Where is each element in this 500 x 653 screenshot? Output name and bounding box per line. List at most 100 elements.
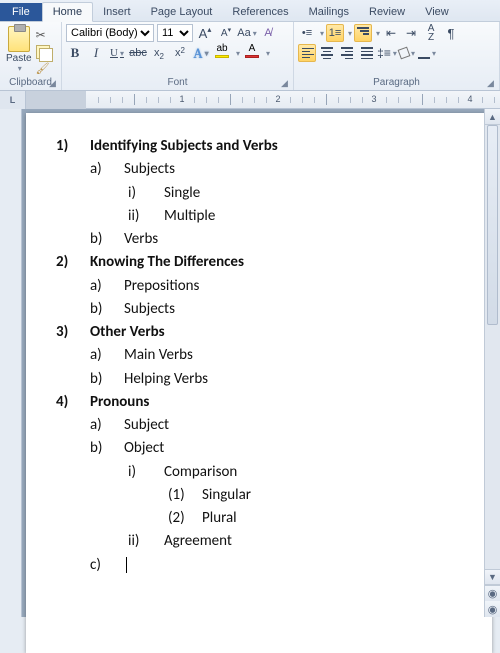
align-right-icon[interactable] — [338, 44, 356, 62]
tab-selector[interactable]: L — [0, 91, 26, 109]
outline-item[interactable]: a) Main Verbs — [90, 344, 472, 367]
outline-item[interactable]: i)Single — [124, 182, 472, 205]
outline-item[interactable]: 2)Knowing The Differencesa)Prepositionsb… — [56, 251, 472, 321]
outline-item[interactable]: ii)Multiple — [124, 205, 472, 228]
document-page[interactable]: 1)Identifying Subjects and Verbsa)Subjec… — [26, 113, 492, 653]
shrink-font-icon[interactable]: A▾ — [217, 24, 235, 42]
outline-item[interactable]: b)Helping Verbs — [90, 368, 472, 391]
outline-number: i) — [128, 461, 150, 531]
highlight-dropdown-icon[interactable]: ▾ — [236, 49, 240, 58]
tab-review[interactable]: Review — [359, 3, 415, 21]
outline-item[interactable]: a) Subjects i)Singleii)Multiple — [90, 158, 472, 228]
sort-icon[interactable]: AZ — [422, 24, 440, 42]
text-effects-icon[interactable]: A▾ — [192, 44, 210, 62]
outline-item[interactable]: a) Subject — [90, 414, 472, 437]
align-center-icon[interactable] — [318, 44, 336, 62]
outline-item[interactable]: b)Objecti)Comparison(1)Singular(2)Plural… — [90, 437, 472, 553]
outline-item[interactable]: 3)Other Verbsa)Main Verbsb)Helping Verbs — [56, 321, 472, 391]
ruler-mark: 3 — [371, 94, 376, 104]
tab-file[interactable]: File — [0, 3, 42, 21]
bullets-dropdown-icon[interactable]: ▾ — [320, 29, 324, 38]
line-spacing-icon[interactable]: ‡≡▾ — [378, 44, 396, 62]
font-family-select[interactable]: Calibri (Body) — [66, 24, 154, 42]
subscript-button[interactable]: x2 — [150, 44, 168, 62]
tab-mailings[interactable]: Mailings — [299, 3, 359, 21]
outline-item[interactable]: a)Prepositions — [90, 275, 472, 298]
outline-text: Main Verbs — [124, 346, 193, 364]
align-left-icon[interactable] — [298, 44, 316, 62]
outline-number: a) — [90, 344, 110, 367]
outline-number: b) — [90, 298, 110, 321]
scroll-up-icon[interactable]: ▲ — [485, 109, 500, 125]
multilevel-list-icon[interactable] — [354, 24, 372, 42]
font-launcher-icon[interactable]: ◢ — [281, 78, 291, 88]
format-painter-icon[interactable] — [36, 62, 50, 76]
multilevel-dropdown-icon[interactable]: ▾ — [376, 29, 380, 38]
clipboard-launcher-icon[interactable]: ◢ — [49, 78, 59, 88]
tab-insert[interactable]: Insert — [93, 3, 141, 21]
borders-icon[interactable]: ▾ — [418, 44, 436, 62]
group-paragraph: •≡▾ 1≡▾ ▾ ⇤ ⇥ AZ ¶ ‡≡▾ ▾ ▾ Paragraph ◢ — [294, 22, 500, 90]
increase-indent-icon[interactable]: ⇥ — [402, 24, 420, 42]
horizontal-ruler[interactable]: L 1234 — [0, 91, 500, 109]
superscript-button[interactable]: x2 — [171, 44, 189, 62]
tab-references[interactable]: References — [222, 3, 298, 21]
highlight-color-icon[interactable]: ab — [213, 44, 231, 62]
vertical-scrollbar[interactable]: ▲ ▼ ◉ ◉ — [484, 109, 500, 617]
cut-icon[interactable] — [36, 28, 50, 42]
vertical-ruler[interactable] — [0, 109, 22, 617]
font-size-select[interactable]: 11 — [157, 24, 193, 42]
tab-page-layout[interactable]: Page Layout — [141, 3, 223, 21]
outline-item[interactable]: 1)Identifying Subjects and Verbsa)Subjec… — [56, 135, 472, 251]
underline-button[interactable]: U▾ — [108, 44, 126, 62]
paste-button[interactable]: Paste ▾ — [4, 26, 34, 73]
outline-item[interactable]: ii)Agreement — [124, 530, 472, 553]
show-marks-icon[interactable]: ¶ — [442, 24, 460, 42]
ruler-mark: 1 — [179, 94, 184, 104]
font-color-dropdown-icon[interactable]: ▾ — [266, 49, 270, 58]
numbering-icon[interactable]: 1≡ — [326, 24, 344, 42]
scroll-track[interactable] — [485, 125, 500, 569]
outline-item[interactable]: c) — [90, 554, 472, 577]
bold-button[interactable]: B — [66, 44, 84, 62]
decrease-indent-icon[interactable]: ⇤ — [382, 24, 400, 42]
document-outline[interactable]: 1)Identifying Subjects and Verbsa)Subjec… — [56, 135, 472, 577]
outline-number: a) — [90, 158, 110, 228]
scroll-down-icon[interactable]: ▼ — [485, 569, 500, 585]
next-page-icon[interactable]: ◉ — [485, 601, 500, 617]
align-justify-icon[interactable] — [358, 44, 376, 62]
paste-icon — [8, 26, 30, 52]
document-area: 1)Identifying Subjects and Verbsa)Subjec… — [0, 109, 500, 617]
bullets-icon[interactable]: •≡ — [298, 24, 316, 42]
outline-item[interactable]: (1)Singular — [164, 484, 251, 507]
outline-item[interactable]: b)Verbs — [90, 228, 472, 251]
change-case-icon[interactable]: Aa▾ — [238, 24, 256, 42]
scroll-thumb[interactable] — [487, 125, 498, 325]
tab-home[interactable]: Home — [42, 2, 93, 22]
shading-icon[interactable]: ▾ — [398, 44, 416, 62]
outline-text: Helping Verbs — [124, 370, 208, 388]
outline-text: Subjects — [124, 160, 175, 178]
outline-number: b) — [90, 228, 110, 251]
outline-text: Pronouns — [90, 393, 149, 411]
clear-formatting-icon[interactable]: A̸ — [259, 24, 277, 42]
strikethrough-button[interactable]: abc — [129, 44, 147, 62]
outline-item[interactable]: (2)Plural — [164, 507, 251, 530]
grow-font-icon[interactable]: A▴ — [196, 24, 214, 42]
outline-text: Multiple — [164, 207, 215, 225]
outline-text: Subject — [124, 416, 169, 434]
previous-page-icon[interactable]: ◉ — [485, 585, 500, 601]
outline-item[interactable]: i)Comparison(1)Singular(2)Plural — [124, 461, 472, 531]
tab-view[interactable]: View — [415, 3, 459, 21]
copy-icon[interactable] — [36, 45, 50, 59]
ruler-mark: 4 — [467, 94, 472, 104]
numbering-dropdown-icon[interactable]: ▾ — [348, 29, 352, 38]
font-color-icon[interactable]: A — [243, 44, 261, 62]
paragraph-launcher-icon[interactable]: ◢ — [487, 78, 497, 88]
outline-number: a) — [90, 414, 110, 437]
italic-button[interactable]: I — [87, 44, 105, 62]
outline-item[interactable]: b)Subjects — [90, 298, 472, 321]
paste-dropdown-icon[interactable]: ▾ — [18, 64, 22, 73]
outline-number: (1) — [168, 484, 192, 507]
outline-item[interactable]: 4)Pronounsa)Subjectb)Objecti)Comparison(… — [56, 391, 472, 577]
